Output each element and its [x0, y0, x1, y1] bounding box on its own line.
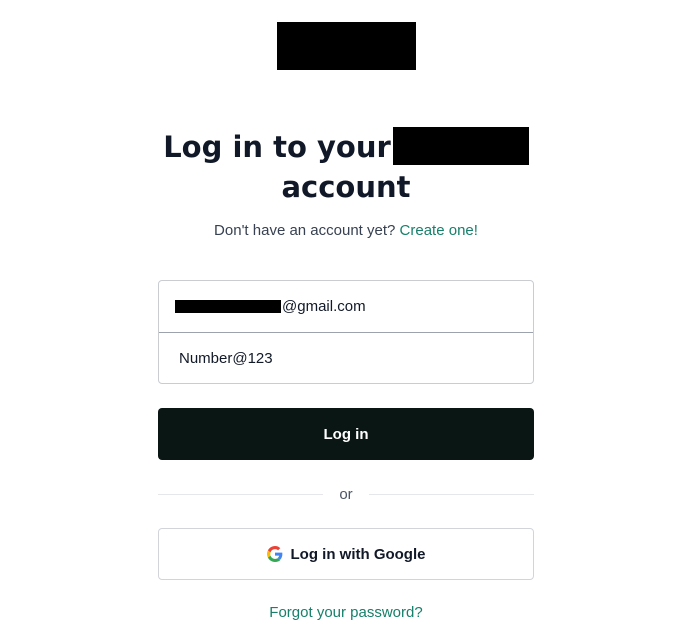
password-value: Number@123 — [179, 349, 273, 367]
forgot-password-link[interactable]: Forgot your password? — [0, 604, 692, 621]
login-page: Log in to your account Don't have an acc… — [0, 0, 700, 636]
divider-line-left — [158, 493, 324, 495]
google-g-icon — [266, 546, 282, 562]
email-suffix: @gmail.com — [282, 298, 366, 315]
login-fields: @gmail.com Number@123 — [158, 280, 534, 384]
logo-redacted — [277, 22, 416, 70]
email-field[interactable]: @gmail.com — [159, 281, 533, 332]
google-login-label: Log in with Google — [290, 545, 426, 563]
signup-text: Don't have an account yet? — [214, 222, 396, 239]
email-redacted — [175, 300, 281, 313]
brand-name-redacted — [392, 127, 529, 165]
or-divider: or — [158, 484, 534, 504]
divider-label: or — [339, 485, 353, 503]
password-field[interactable]: Number@123 — [159, 332, 533, 383]
signup-prompt: Don't have an account yet? Create one! — [0, 222, 692, 239]
page-title-line1: Log in to your — [163, 130, 391, 164]
google-login-button[interactable]: Log in with Google — [158, 528, 534, 580]
divider-line-right — [368, 493, 534, 495]
login-button[interactable]: Log in — [158, 408, 534, 460]
page-title: Log in to your account — [0, 127, 692, 207]
create-account-link[interactable]: Create one! — [400, 222, 478, 239]
page-title-line2: account — [281, 170, 411, 204]
